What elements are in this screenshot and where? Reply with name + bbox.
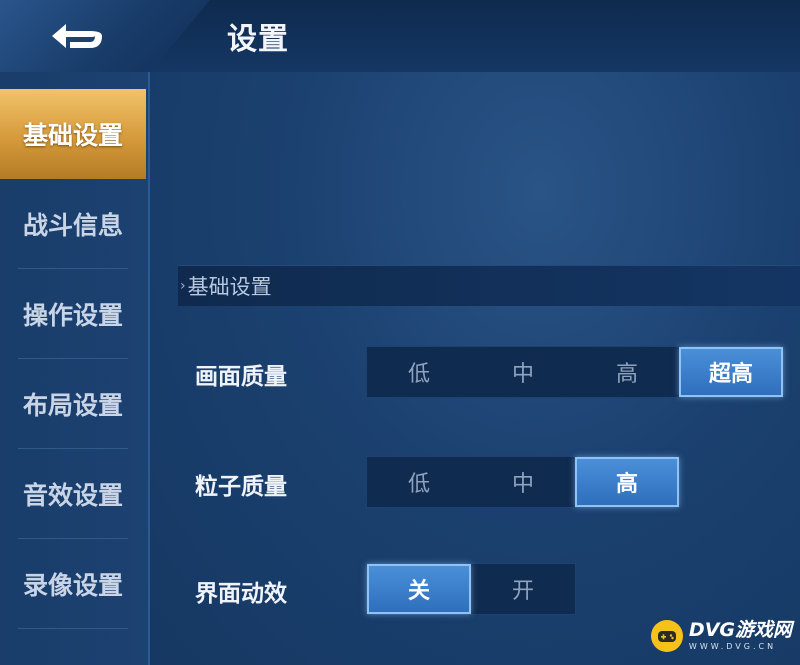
sidebar-item-replay[interactable]: 录像设置: [0, 539, 146, 629]
chevron-right-icon: ›: [180, 278, 186, 294]
section-title: 基础设置: [187, 275, 272, 299]
ui-animation-option-on[interactable]: 开: [471, 564, 575, 614]
top-bar: 设置: [0, 0, 800, 73]
graphics-quality-option-medium[interactable]: 中: [471, 347, 575, 397]
sidebar-item-label: 战斗信息: [22, 211, 123, 240]
sidebar-item-battle-info[interactable]: 战斗信息: [0, 179, 146, 269]
sidebar-item-label: 布局设置: [22, 391, 123, 420]
graphics-quality-selector: 低 中 高 超高: [366, 346, 784, 398]
settings-panel: › 基础设置 画面质量 低 中 高 超高 粒子质量 低 中 高 界面动效 关 开: [150, 72, 800, 665]
sidebar-item-layout[interactable]: 布局设置: [0, 359, 146, 449]
sidebar-item-label: 音效设置: [22, 481, 123, 510]
ui-animation-option-off[interactable]: 关: [367, 564, 471, 614]
sidebar-item-label: 操作设置: [22, 301, 123, 330]
divider: [18, 628, 128, 629]
watermark-url: WWW.DVG.CN: [688, 642, 777, 651]
sidebar-item-audio[interactable]: 音效设置: [0, 449, 146, 539]
back-arrow-icon: [52, 24, 102, 48]
sidebar-item-label: 录像设置: [22, 571, 123, 600]
ui-animation-label: 界面动效: [195, 581, 287, 607]
back-button[interactable]: [40, 10, 120, 62]
gamepad-icon: [650, 620, 683, 652]
sidebar-item-basic-settings[interactable]: 基础设置: [0, 89, 146, 179]
sidebar-item-controls[interactable]: 操作设置: [0, 269, 146, 359]
particle-quality-selector: 低 中 高: [366, 456, 680, 508]
page-title: 设置: [227, 22, 289, 57]
particle-quality-option-low[interactable]: 低: [367, 457, 471, 507]
watermark-text: DVG游戏网: [688, 619, 792, 641]
graphics-quality-option-low[interactable]: 低: [367, 347, 471, 397]
ui-animation-toggle: 关 开: [366, 563, 576, 615]
graphics-quality-option-high[interactable]: 高: [575, 347, 679, 397]
watermark: DVG游戏网 WWW.DVG.CN: [650, 617, 792, 655]
section-header: › 基础设置: [178, 265, 800, 306]
sidebar-item-label: 基础设置: [22, 121, 123, 150]
particle-quality-option-medium[interactable]: 中: [471, 457, 575, 507]
graphics-quality-label: 画面质量: [195, 364, 287, 390]
graphics-quality-option-ultra[interactable]: 超高: [679, 347, 783, 397]
particle-quality-option-high[interactable]: 高: [575, 457, 679, 507]
particle-quality-label: 粒子质量: [195, 474, 287, 500]
sidebar: 基础设置 战斗信息 操作设置 布局设置 音效设置 录像设置: [0, 72, 150, 665]
